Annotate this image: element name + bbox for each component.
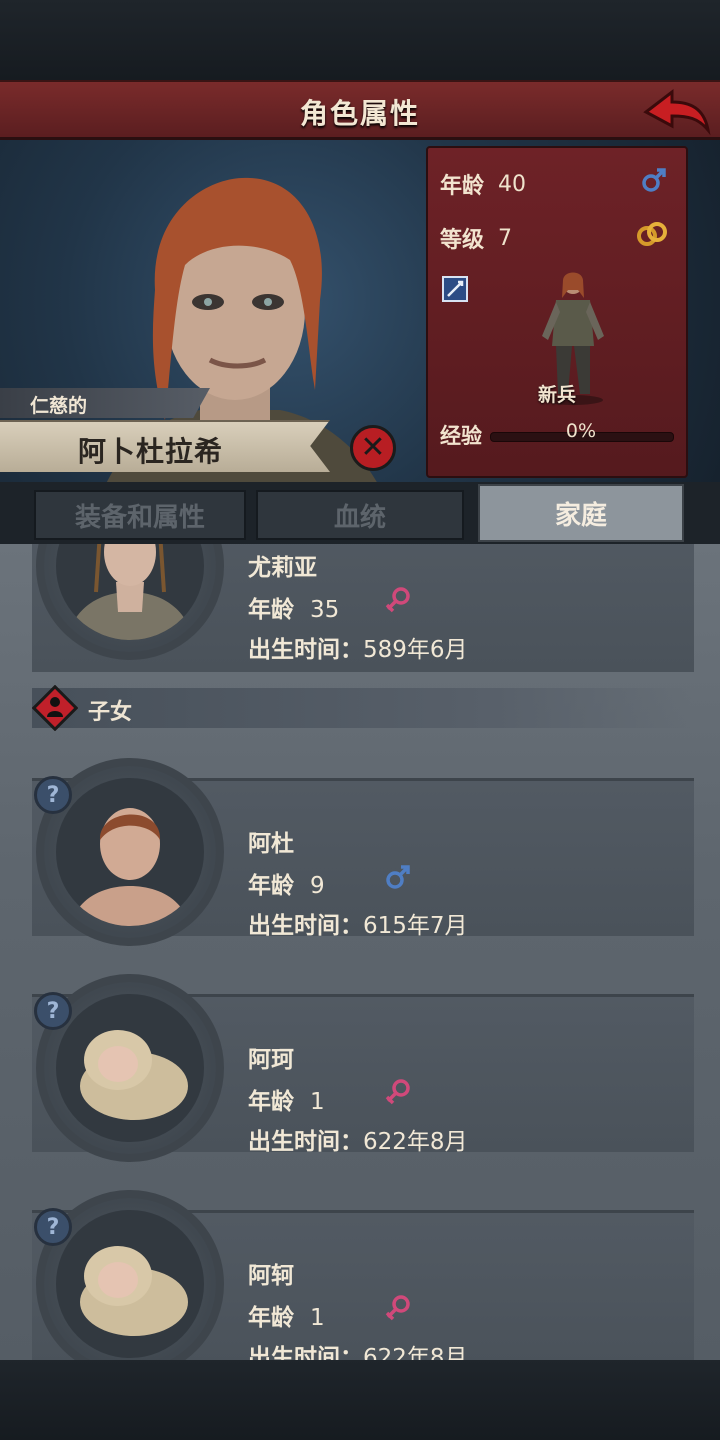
family-list: 尤莉亚 年龄 35 出生时间：589年6月 子女 ? 阿杜 年龄 9 出生时间：61… xyxy=(0,544,720,1360)
spouse-birth: 出生时间：589年6月 xyxy=(248,630,468,664)
spouse-age: 年龄 35 xyxy=(248,590,339,624)
experience-value: 0% xyxy=(565,420,597,442)
birth-label: 出生时间： xyxy=(248,637,363,663)
female-symbol-icon xyxy=(385,1295,410,1321)
stats-panel: 年龄 40 等级 7 新兵 经验 0% xyxy=(426,146,688,478)
age-label: 年龄 xyxy=(248,1305,294,1331)
header-bar: 角色属性 xyxy=(0,80,720,140)
child-name: 阿珂 xyxy=(248,1047,294,1073)
trait-banner: 仁慈的 xyxy=(0,388,210,418)
trait-label: 仁慈的 xyxy=(30,395,88,417)
character-name: 阿卜杜拉希 xyxy=(78,435,224,468)
tab-equipment-attributes[interactable]: 装备和属性 xyxy=(34,490,246,540)
age-value: 9 xyxy=(310,873,325,899)
female-symbol-icon xyxy=(385,587,410,613)
age-label: 年龄 xyxy=(440,174,485,199)
female-symbol-icon xyxy=(385,1079,410,1105)
age-value: 1 xyxy=(310,1089,325,1115)
child-age: 年龄 9 xyxy=(248,866,325,900)
age-value: 40 xyxy=(498,171,526,197)
tab-bloodline[interactable]: 血统 xyxy=(256,490,464,540)
age-label: 年龄 xyxy=(248,597,294,623)
child-birth: 出生时间：615年7月 xyxy=(248,906,468,940)
baby-portrait xyxy=(80,1246,188,1336)
question-icon[interactable]: ? xyxy=(34,776,72,814)
age-value: 1 xyxy=(310,1305,325,1331)
name-banner: 阿卜杜拉希 xyxy=(0,420,330,472)
age-value: 35 xyxy=(310,597,340,623)
bottom-letterbox xyxy=(0,1360,720,1440)
birth-value: 589年6月 xyxy=(363,637,468,663)
child-age: 年龄 1 xyxy=(248,1298,325,1332)
age-label: 年龄 xyxy=(248,873,294,899)
experience-row: 经验 0% xyxy=(440,420,676,450)
question-icon[interactable]: ? xyxy=(34,1208,72,1246)
age-row: 年龄 40 xyxy=(440,168,526,200)
experience-label: 经验 xyxy=(440,424,482,448)
back-button[interactable] xyxy=(642,86,712,136)
question-icon[interactable]: ? xyxy=(34,992,72,1030)
spouse-portrait xyxy=(66,544,194,640)
child-birth: 出生时间：622年8月 xyxy=(248,1338,468,1360)
dismiss-character-button[interactable]: ✕ xyxy=(350,425,396,471)
child-name: 阿轲 xyxy=(248,1263,294,1289)
birth-value: 615年7月 xyxy=(363,913,468,939)
page-title: 角色属性 xyxy=(299,97,420,130)
back-arrow-icon xyxy=(643,88,711,136)
skill-sword-icon[interactable] xyxy=(442,276,468,302)
birth-value: 622年8月 xyxy=(363,1345,468,1360)
close-icon: ✕ xyxy=(360,430,386,465)
level-value: 7 xyxy=(498,225,512,251)
child-section-icon xyxy=(32,685,78,731)
child-age: 年龄 1 xyxy=(248,1082,325,1116)
wedding-rings-icon[interactable] xyxy=(636,220,668,248)
age-label: 年龄 xyxy=(248,1089,294,1115)
top-letterbox xyxy=(0,0,720,80)
child-birth: 出生时间：622年8月 xyxy=(248,1122,468,1156)
child-portrait xyxy=(70,808,190,926)
baby-portrait xyxy=(80,1030,188,1120)
birth-label: 出生时间： xyxy=(248,1129,363,1155)
birth-label: 出生时间： xyxy=(248,1345,363,1360)
rank-label: 新兵 xyxy=(537,384,576,406)
birth-value: 622年8月 xyxy=(363,1129,468,1155)
spouse-name: 尤莉亚 xyxy=(248,555,317,581)
tab-bar: 装备和属性 血统 家庭 xyxy=(0,482,720,544)
children-section-header: 子女 xyxy=(32,685,692,731)
birth-label: 出生时间： xyxy=(248,913,363,939)
level-row: 等级 7 xyxy=(440,222,512,254)
male-symbol-icon xyxy=(642,168,666,192)
level-label: 等级 xyxy=(440,228,485,253)
male-symbol-icon xyxy=(386,865,410,889)
children-section-label: 子女 xyxy=(88,700,133,725)
tab-family[interactable]: 家庭 xyxy=(478,484,684,542)
child-name: 阿杜 xyxy=(248,831,294,857)
